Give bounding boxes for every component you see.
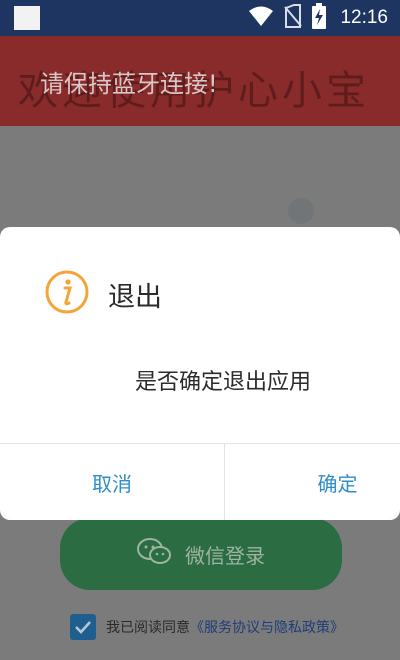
no-sim-icon [284, 4, 303, 32]
wechat-login-label: 微信登录 [185, 543, 265, 568]
wifi-icon [248, 5, 274, 31]
agreement-checkbox[interactable] [70, 614, 96, 640]
banner: 欢迎使用护心小宝 请保持蓝牙连接! [0, 36, 400, 126]
status-icons: 12:16 [248, 3, 388, 33]
notification-icon [14, 6, 40, 30]
agreement-row: 我已阅读同意《服务协议与隐私政策》 [70, 614, 344, 640]
dialog-message: 是否确定退出应用 [134, 370, 311, 395]
info-icon [44, 269, 90, 319]
background-decoration [288, 198, 314, 224]
confirm-button[interactable]: 确定 [225, 444, 400, 520]
dialog-header: 退出 [44, 269, 162, 319]
agreement-text: 我已阅读同意《服务协议与隐私政策》 [106, 617, 344, 637]
wechat-icon [137, 538, 171, 570]
agreement-prefix: 我已阅读同意 [106, 620, 190, 636]
dialog-title: 退出 [108, 281, 162, 313]
status-bar: 12:16 [0, 0, 400, 36]
wechat-login-button[interactable]: 微信登录 [60, 518, 342, 590]
bluetooth-notice: 请保持蓝牙连接! [40, 70, 218, 98]
status-time: 12:16 [340, 7, 388, 28]
battery-charging-icon [312, 3, 327, 33]
exit-dialog: 退出 是否确定退出应用 取消 确定 [0, 227, 400, 520]
cancel-button[interactable]: 取消 [0, 444, 224, 520]
agreement-link[interactable]: 《服务协议与隐私政策》 [190, 620, 344, 636]
